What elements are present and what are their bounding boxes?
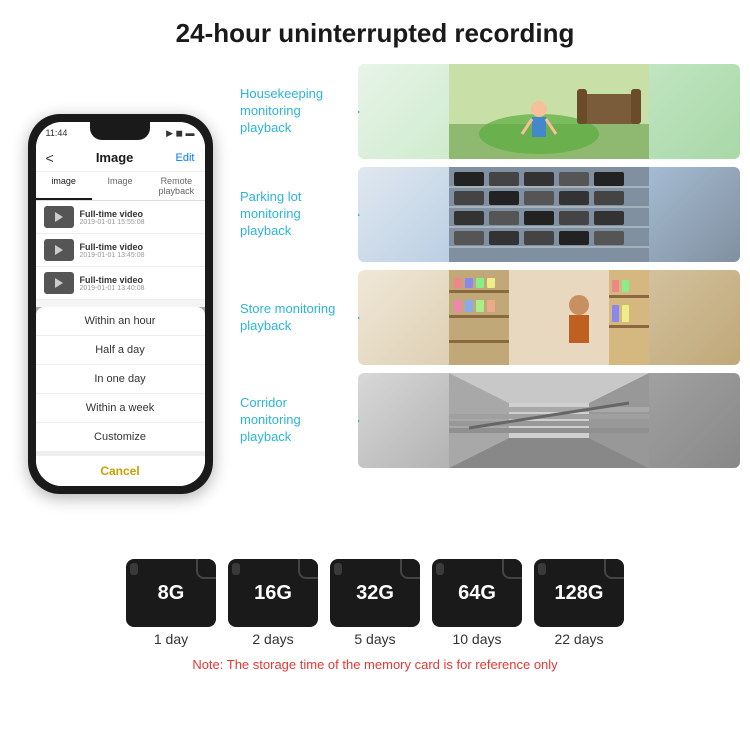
- monitoring-img-housekeeping: [358, 64, 740, 159]
- sdcard-notch: [436, 563, 444, 575]
- monitoring-row-store: Store monitoring playback: [240, 270, 740, 365]
- sdcard-days-label: 2 days: [252, 631, 293, 647]
- phone-nav-title: Image: [96, 150, 134, 165]
- phone-screen: 11:44 ▶ ◼ ▬ < Image Edit image Image Rem…: [36, 122, 205, 486]
- arrow-corridor: [358, 413, 360, 429]
- phone-nav: < Image Edit: [36, 144, 205, 172]
- sdcard-days-label: 5 days: [354, 631, 395, 647]
- sdcard-item-8g: 8G 1 day: [126, 559, 216, 647]
- monitoring-row-parking: Parking lot monitoring playback: [240, 167, 740, 262]
- monitoring-img-store: [358, 270, 740, 365]
- monitoring-label-housekeeping: Housekeeping monitoring playback: [240, 64, 350, 159]
- phone-icons: ▶ ◼ ▬: [166, 128, 194, 139]
- video-date: 2019-01-01 13:45:08: [80, 252, 145, 259]
- video-title: Full-time video: [80, 242, 145, 252]
- sdcard-days-label: 10 days: [452, 631, 501, 647]
- sdcard-item-64g: 64G 10 days: [432, 559, 522, 647]
- phone-dropdown: Within an hour Half a day In one day Wit…: [36, 307, 205, 486]
- sdcard-16g: 16G: [228, 559, 318, 627]
- sdcard-days-label: 22 days: [554, 631, 603, 647]
- monitoring-img-parking: [358, 167, 740, 262]
- sdcard-notch: [538, 563, 546, 575]
- dropdown-item-half-day[interactable]: Half a day: [36, 336, 205, 365]
- sdcard-32g: 32G: [330, 559, 420, 627]
- dropdown-cancel-button[interactable]: Cancel: [36, 452, 205, 486]
- page-title: 24-hour uninterrupted recording: [10, 18, 740, 49]
- sdcard-size-label: 128G: [555, 582, 604, 605]
- dropdown-item-within-hour[interactable]: Within an hour: [36, 307, 205, 336]
- sdcard-item-32g: 32G 5 days: [330, 559, 420, 647]
- video-info: Full-time video 2019-01-01 13:40:08: [80, 275, 145, 292]
- list-item: Full-time video 2019-01-01 13:45:08: [36, 234, 205, 267]
- sdcard-size-label: 64G: [458, 582, 496, 605]
- monitoring-row-corridor: Corridor monitoring playback: [240, 373, 740, 468]
- sdcard-days-label: 1 day: [154, 631, 188, 647]
- phone-tab-remote[interactable]: Remote playback: [148, 172, 204, 200]
- sdcard-8g: 8G: [126, 559, 216, 627]
- sdcard-row: 8G 1 day 16G 2 days 32G 5 days 64G 10 da…: [126, 559, 624, 647]
- sdcard-size-label: 32G: [356, 582, 394, 605]
- page-header: 24-hour uninterrupted recording: [0, 0, 750, 59]
- sdcard-notch: [130, 563, 138, 575]
- phone-tab-image[interactable]: image: [36, 172, 92, 200]
- video-date: 2019-01-01 13:40:08: [80, 285, 145, 292]
- video-thumbnail: [44, 239, 74, 261]
- scene-svg-store: [358, 270, 740, 365]
- sdcard-item-16g: 16G 2 days: [228, 559, 318, 647]
- sdcard-64g: 64G: [432, 559, 522, 627]
- play-icon: [55, 245, 63, 255]
- video-info: Full-time video 2019-01-01 15:55:08: [80, 209, 145, 226]
- sdcard-notch: [334, 563, 342, 575]
- arrow-store: [358, 310, 360, 326]
- monitoring-label-parking: Parking lot monitoring playback: [240, 167, 350, 262]
- back-arrow[interactable]: <: [46, 150, 54, 166]
- sdcard-size-label: 8G: [158, 582, 185, 605]
- dropdown-item-week[interactable]: Within a week: [36, 394, 205, 423]
- phone-edit-button[interactable]: Edit: [176, 152, 195, 164]
- sdcard-notch: [232, 563, 240, 575]
- phone-notch: [90, 122, 150, 140]
- sdcard-128g: 128G: [534, 559, 624, 627]
- video-thumbnail: [44, 206, 74, 228]
- monitoring-section: Housekeeping monitoring playback: [240, 59, 740, 549]
- video-thumbnail: [44, 272, 74, 294]
- scene-svg-housekeeping: [358, 64, 740, 159]
- sdcard-size-label: 16G: [254, 582, 292, 605]
- scene-svg-corridor: [358, 373, 740, 468]
- monitoring-img-corridor: [358, 373, 740, 468]
- list-item: Full-time video 2019-01-01 13:40:08: [36, 267, 205, 300]
- phone-body: 11:44 ▶ ◼ ▬ < Image Edit image Image Rem…: [28, 114, 213, 494]
- video-date: 2019-01-01 15:55:08: [80, 219, 145, 226]
- phone-video-list: Full-time video 2019-01-01 15:55:08 Full…: [36, 201, 205, 300]
- list-item: Full-time video 2019-01-01 15:55:08: [36, 201, 205, 234]
- dropdown-item-one-day[interactable]: In one day: [36, 365, 205, 394]
- phone-tab-image2[interactable]: Image: [92, 172, 148, 200]
- video-title: Full-time video: [80, 209, 145, 219]
- main-content: 11:44 ▶ ◼ ▬ < Image Edit image Image Rem…: [0, 59, 750, 549]
- note-text: Note: The storage time of the memory car…: [192, 657, 557, 672]
- phone-mockup: 11:44 ▶ ◼ ▬ < Image Edit image Image Rem…: [10, 59, 230, 549]
- phone-tabs: image Image Remote playback: [36, 172, 205, 201]
- sdcard-item-128g: 128G 22 days: [534, 559, 624, 647]
- monitoring-row-housekeeping: Housekeeping monitoring playback: [240, 64, 740, 159]
- scene-svg-parking: [358, 167, 740, 262]
- dropdown-item-customize[interactable]: Customize: [36, 423, 205, 452]
- arrow-housekeeping: [358, 104, 360, 120]
- play-icon: [55, 278, 63, 288]
- monitoring-label-corridor: Corridor monitoring playback: [240, 373, 350, 468]
- arrow-parking: [358, 207, 360, 223]
- video-info: Full-time video 2019-01-01 13:45:08: [80, 242, 145, 259]
- video-title: Full-time video: [80, 275, 145, 285]
- monitoring-label-store: Store monitoring playback: [240, 270, 350, 365]
- dropdown-menu: Within an hour Half a day In one day Wit…: [36, 307, 205, 486]
- phone-time: 11:44: [46, 128, 68, 138]
- sdcard-section: 8G 1 day 16G 2 days 32G 5 days 64G 10 da…: [0, 549, 750, 677]
- play-icon: [55, 212, 63, 222]
